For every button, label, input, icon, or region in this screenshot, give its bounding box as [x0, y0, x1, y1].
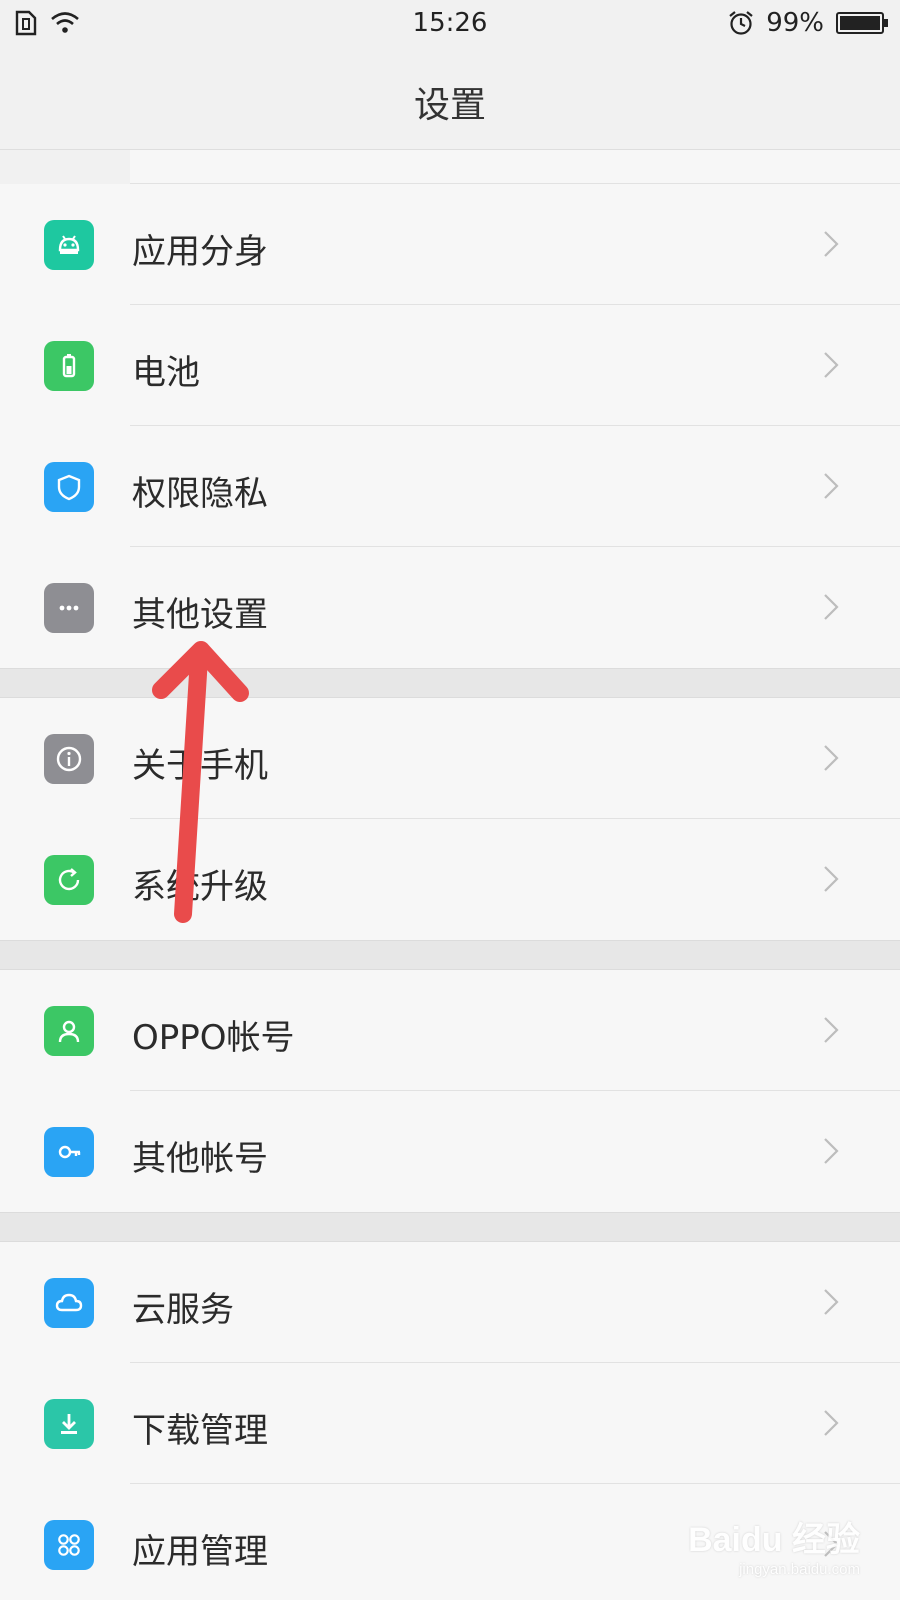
settings-group: OPPO帐号 其他帐号 [0, 970, 900, 1212]
status-bar: 15:26 99% [0, 0, 900, 46]
chevron-right-icon [816, 1015, 846, 1045]
settings-row-label: 权限隐私 [132, 474, 268, 514]
group-separator [0, 668, 900, 698]
settings-row-label: 其他帐号 [132, 1139, 268, 1179]
settings-row-download[interactable]: 下载管理 [0, 1363, 900, 1484]
chevron-right-icon [816, 471, 846, 501]
group-separator [0, 1212, 900, 1242]
battery-icon [44, 341, 94, 391]
settings-row-label: 其他设置 [132, 595, 268, 635]
shield-icon [44, 462, 94, 512]
settings-row-person[interactable]: OPPO帐号 [0, 970, 900, 1091]
watermark-main: Baidu 经验 [688, 1521, 860, 1559]
chevron-right-icon [816, 1136, 846, 1166]
settings-row-label: 电池 [132, 353, 200, 393]
settings-row-label: 关于手机 [132, 746, 268, 786]
chevron-right-icon [816, 229, 846, 259]
watermark-sub: jingyan.baidu.com [739, 1561, 860, 1578]
baidu-watermark: Baidu 经验 jingyan.baidu.com [688, 1512, 860, 1578]
chevron-right-icon [816, 350, 846, 380]
settings-list: 应用分身 电池 权限隐私 其他设置 关于手机 系统升级 OPPO帐号 其他帐号 云服务 下载管理应… [0, 150, 900, 1600]
settings-row-key[interactable]: 其他帐号 [0, 1091, 900, 1212]
settings-row-label: 下载管理 [132, 1411, 268, 1451]
alarm-icon [729, 11, 753, 35]
chevron-right-icon [816, 864, 846, 894]
settings-row-label: 应用分身 [132, 232, 268, 272]
battery-percent: 99% [766, 8, 824, 38]
cloud-icon [44, 1278, 94, 1328]
info-icon [44, 734, 94, 784]
apps-icon [44, 1520, 94, 1570]
settings-row-shield[interactable]: 权限隐私 [0, 426, 900, 547]
title-bar: 设置 [0, 46, 900, 150]
group-separator [0, 940, 900, 970]
settings-row-more[interactable]: 其他设置 [0, 547, 900, 668]
person-icon [44, 1006, 94, 1056]
settings-row-label: OPPO帐号 [132, 1018, 295, 1058]
chevron-right-icon [816, 592, 846, 622]
android-icon [44, 220, 94, 270]
settings-row-cloud[interactable]: 云服务 [0, 1242, 900, 1363]
battery-fill [840, 16, 880, 30]
download-icon [44, 1399, 94, 1449]
settings-group: 应用分身电池权限隐私其他设置 [0, 184, 900, 668]
settings-group: 关于手机 系统升级 [0, 698, 900, 940]
chevron-right-icon [816, 1408, 846, 1438]
battery-icon [836, 12, 888, 34]
more-icon [44, 583, 94, 633]
chevron-right-icon [816, 743, 846, 773]
settings-row-info[interactable]: 关于手机 [0, 698, 900, 819]
settings-row-update[interactable]: 系统升级 [0, 819, 900, 940]
update-icon [44, 855, 94, 905]
settings-row-label: 云服务 [132, 1290, 234, 1330]
settings-row-android[interactable]: 应用分身 [0, 184, 900, 305]
key-icon [44, 1127, 94, 1177]
list-top-spacer [130, 150, 900, 184]
settings-row-label: 系统升级 [132, 867, 268, 907]
chevron-right-icon [816, 1287, 846, 1317]
settings-row-label: 应用管理 [132, 1532, 268, 1572]
page-title: 设置 [413, 85, 486, 126]
status-right-icons: 99% [728, 8, 888, 38]
settings-row-battery[interactable]: 电池 [0, 305, 900, 426]
